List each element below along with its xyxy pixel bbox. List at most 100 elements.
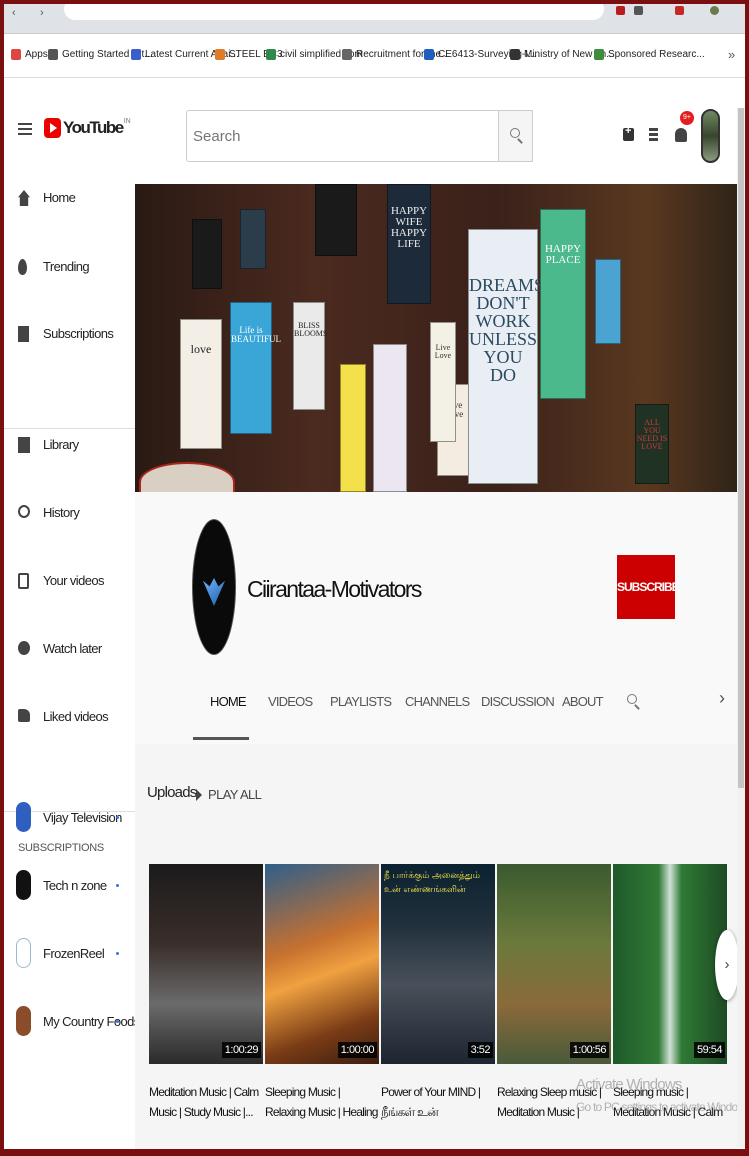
subscription-label: FrozenReel bbox=[43, 946, 105, 961]
extension-icon[interactable] bbox=[616, 6, 625, 15]
video-duration: 3:52 bbox=[467, 1042, 493, 1058]
logo-region: IN bbox=[123, 118, 131, 125]
tab-discussion[interactable]: DISCUSSION bbox=[481, 694, 555, 709]
uploads-heading[interactable]: Uploads bbox=[147, 784, 197, 801]
video-card[interactable]: 1:00:29 Meditation Music | Calm Music | S… bbox=[149, 864, 263, 1124]
home-icon bbox=[18, 190, 30, 206]
more-bookmarks-icon[interactable]: » bbox=[728, 47, 735, 62]
thumbnail-caption: நீ பார்க்கும் அனைத்தும் உன் எண்ணங்களின் … bbox=[384, 870, 480, 894]
bookmark-9[interactable]: Sponsored Researc... bbox=[594, 49, 705, 60]
video-title[interactable]: Power of Your MIND | நீங்கள் உன் எண்ணங்க… bbox=[381, 1082, 495, 1124]
sidebar-item-label: Subscriptions bbox=[43, 326, 114, 341]
channel-search-icon[interactable] bbox=[627, 694, 637, 704]
bookmark-1[interactable]: Apps bbox=[11, 49, 48, 60]
subscription-tech-n-zone[interactable]: Tech n zone bbox=[4, 868, 135, 904]
poster-text: DREAMS DON'T WORK UNLESS YOU DO bbox=[469, 274, 545, 385]
channel-avatar[interactable] bbox=[192, 519, 236, 655]
video-thumbnail[interactable]: 59:54 bbox=[613, 864, 727, 1064]
page-scrollbar[interactable] bbox=[737, 108, 745, 1148]
extension-icon[interactable] bbox=[634, 6, 643, 15]
video-title[interactable]: Sleeping Music | Relaxing Music | Healin… bbox=[265, 1082, 379, 1124]
apps-icon[interactable] bbox=[649, 128, 658, 143]
search-button[interactable] bbox=[499, 110, 533, 162]
create-video-icon[interactable] bbox=[623, 125, 634, 141]
subscriptions-icon bbox=[18, 326, 29, 342]
lamp-decoration bbox=[139, 462, 235, 492]
extension-icon[interactable] bbox=[675, 6, 684, 15]
tab-playlists[interactable]: PLAYLISTS bbox=[330, 694, 392, 709]
browser-window: ‹ › Apps Getting Started wit... Latest Cur… bbox=[4, 4, 745, 1149]
poster-text: Live Love bbox=[434, 343, 452, 361]
banner-poster bbox=[340, 364, 366, 492]
sidebar-item-your-videos[interactable]: Your videos bbox=[4, 564, 135, 598]
video-thumbnail[interactable]: 1:00:00 bbox=[265, 864, 379, 1064]
sidebar-item-subscriptions[interactable]: Subscriptions bbox=[4, 317, 135, 351]
tab-channels[interactable]: CHANNELS bbox=[405, 694, 470, 709]
notification-badge: 9+ bbox=[680, 111, 694, 125]
video-thumbnail[interactable]: 1:00:29 bbox=[149, 864, 263, 1064]
windows-watermark: Activate Windows Go to PC settings to ac… bbox=[576, 1074, 745, 1118]
tab-home[interactable]: HOME bbox=[210, 694, 247, 709]
channel-avatar bbox=[16, 802, 31, 832]
tab-videos[interactable]: VIDEOS bbox=[268, 694, 313, 709]
sidebar-item-history[interactable]: History bbox=[4, 496, 135, 530]
apps-grid-icon bbox=[11, 49, 21, 60]
video-title[interactable]: Meditation Music | Calm Music | Study Mu… bbox=[149, 1082, 263, 1124]
banner-poster bbox=[595, 259, 621, 344]
masthead: YouTube IN 9+ bbox=[4, 78, 745, 178]
banner-poster bbox=[315, 184, 357, 256]
quill-icon bbox=[131, 49, 141, 60]
sidebar-item-trending[interactable]: Trending bbox=[4, 250, 135, 284]
video-thumbnail[interactable]: நீ பார்க்கும் அனைத்தும் உன் எண்ணங்களின் … bbox=[381, 864, 495, 1064]
back-icon[interactable]: ‹ bbox=[12, 7, 16, 19]
flame-icon bbox=[18, 259, 27, 275]
banner-poster: Live Love bbox=[430, 322, 456, 442]
poster-text: HAPPY PLACE bbox=[544, 242, 582, 266]
poster-text: love bbox=[190, 342, 212, 357]
sidebar-item-liked-videos[interactable]: Liked videos bbox=[4, 700, 135, 734]
banner-poster: HAPPY WIFE HAPPY LIFE bbox=[387, 184, 431, 304]
poster-text: BLISS BLOOMS bbox=[294, 321, 328, 339]
tabs-next-icon[interactable]: › bbox=[719, 688, 725, 709]
account-avatar[interactable] bbox=[701, 109, 720, 163]
shelf-next-button[interactable]: › bbox=[715, 930, 739, 1000]
notifications-icon[interactable] bbox=[675, 128, 687, 142]
your-videos-icon bbox=[18, 573, 29, 589]
new-content-dot bbox=[116, 884, 119, 887]
sidebar-item-label: Liked videos bbox=[43, 709, 109, 724]
library-icon bbox=[18, 437, 30, 453]
youtube-page: YouTube IN 9+ Home Trending Subscriptions L… bbox=[4, 78, 745, 1149]
subscription-my-country-foods[interactable]: My Country Foods bbox=[4, 1004, 140, 1040]
new-content-dot bbox=[116, 816, 119, 819]
sidebar-item-label: Your videos bbox=[43, 573, 104, 588]
profile-icon[interactable] bbox=[710, 6, 719, 15]
scrollbar-thumb[interactable] bbox=[738, 108, 744, 788]
subscriptions-heading: SUBSCRIPTIONS bbox=[18, 842, 104, 854]
forward-icon[interactable]: › bbox=[40, 7, 44, 19]
url-field[interactable] bbox=[64, 4, 604, 20]
menu-icon[interactable] bbox=[18, 123, 32, 135]
subscription-label: Vijay Television bbox=[43, 810, 122, 825]
sidebar-item-home[interactable]: Home bbox=[4, 181, 135, 215]
video-card[interactable]: நீ பார்க்கும் அனைத்தும் உன் எண்ணங்களின் … bbox=[381, 864, 495, 1124]
subscribe-button[interactable]: SUBSCRIBE bbox=[617, 555, 680, 619]
channel-content: love Life is BEAUTIFUL BLISS BLOOMS HAPPY W… bbox=[135, 184, 745, 1149]
subscription-frozenreel[interactable]: FrozenReel bbox=[4, 936, 135, 972]
subscription-vijay-television[interactable]: Vijay Television bbox=[4, 800, 135, 836]
guide-sidebar: Home Trending Subscriptions Library History Y… bbox=[4, 178, 140, 1149]
youtube-logo[interactable]: YouTube IN bbox=[44, 118, 131, 138]
search-icon bbox=[510, 128, 520, 138]
play-all-button[interactable]: PLAY ALL bbox=[196, 787, 262, 802]
video-thumbnail[interactable]: 1:00:56 bbox=[497, 864, 611, 1064]
video-card[interactable]: 1:00:00 Sleeping Music | Relaxing Music |… bbox=[265, 864, 379, 1124]
search-input[interactable] bbox=[186, 110, 499, 162]
channel-header: Ciirantaa-Motivators SUBSCRIBE HOME VIDEO… bbox=[135, 492, 737, 744]
poster-text: Life is BEAUTIFUL bbox=[231, 325, 281, 345]
sidebar-item-watch-later[interactable]: Watch later bbox=[4, 632, 135, 666]
address-bar[interactable]: ‹ › bbox=[4, 4, 745, 34]
play-all-label: PLAY ALL bbox=[208, 787, 262, 802]
banner-poster bbox=[192, 219, 222, 289]
tab-about[interactable]: ABOUT bbox=[562, 694, 604, 709]
channel-banner: love Life is BEAUTIFUL BLISS BLOOMS HAPPY W… bbox=[135, 184, 737, 492]
sidebar-item-library[interactable]: Library bbox=[4, 428, 135, 462]
